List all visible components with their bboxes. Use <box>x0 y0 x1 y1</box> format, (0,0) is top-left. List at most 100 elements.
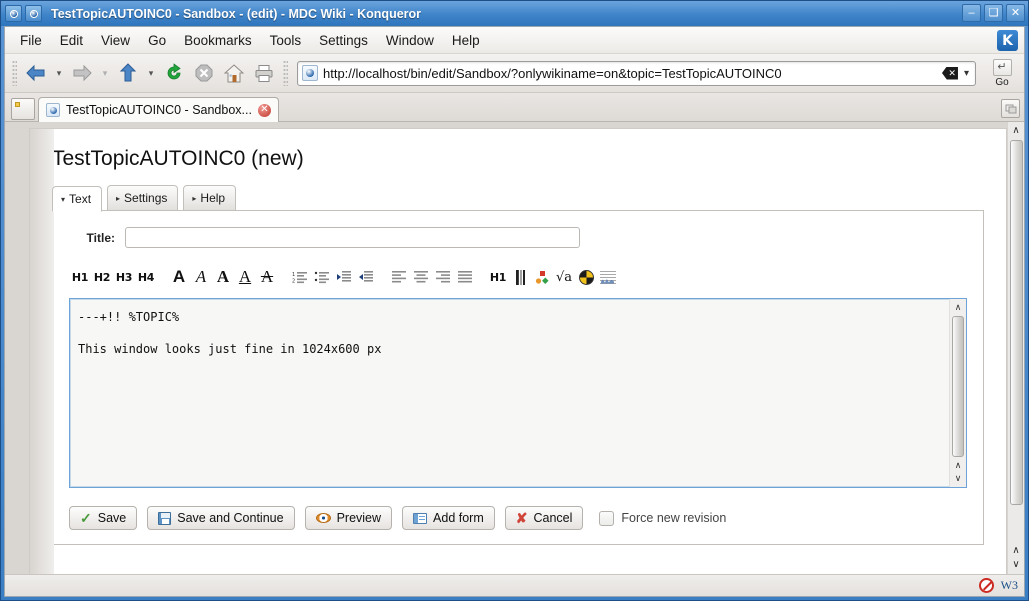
tab-text[interactable]: ▾ Text <box>52 186 103 212</box>
page-scroll-thumb[interactable] <box>1009 140 1023 505</box>
forward-button[interactable] <box>68 59 96 87</box>
menu-file[interactable]: File <box>11 30 51 51</box>
stop-button[interactable] <box>190 59 218 87</box>
minimize-button[interactable]: – <box>962 4 981 22</box>
back-button[interactable] <box>22 59 50 87</box>
title-input[interactable] <box>125 227 580 248</box>
editor-grip-up-icon[interactable]: ∧ <box>955 459 962 472</box>
save-button[interactable]: ✓ Save <box>69 506 138 530</box>
bullet-list-button[interactable] <box>311 266 333 288</box>
editor-scroll-up-icon[interactable]: ∧ <box>955 301 962 314</box>
heading-1-button[interactable]: H1 <box>69 266 91 288</box>
numbered-list-button[interactable]: 1 2 <box>289 266 311 288</box>
blocked-icon[interactable] <box>978 578 994 593</box>
align-right-button[interactable] <box>432 266 454 288</box>
force-new-revision-group[interactable]: Force new revision <box>599 510 726 526</box>
toggle-markup-button[interactable] <box>509 266 531 288</box>
menu-settings[interactable]: Settings <box>310 30 377 51</box>
back-dropdown-button[interactable]: ▾ <box>52 59 66 87</box>
color-button[interactable] <box>531 266 553 288</box>
page-title: TestTopicAUTOINC0 (new) <box>52 147 304 170</box>
bold-button[interactable]: A <box>168 266 190 288</box>
new-tab-button[interactable] <box>11 98 35 120</box>
up-dropdown-button[interactable]: ▾ <box>144 59 158 87</box>
page-viewport: TestTopicAUTOINC0 (new) ▾ Text ▸ Setting… <box>5 122 1024 574</box>
globe-button[interactable] <box>575 266 597 288</box>
up-button[interactable] <box>114 59 142 87</box>
kde-logo-icon[interactable]: K <box>997 30 1018 51</box>
menu-tools[interactable]: Tools <box>261 30 311 51</box>
page-grip-up-icon[interactable]: ∧ <box>1012 544 1019 558</box>
menu-help[interactable]: Help <box>443 30 489 51</box>
go-button[interactable]: ↵ Go <box>984 56 1020 90</box>
clear-url-icon[interactable]: ✕ <box>941 66 958 80</box>
add-form-button[interactable]: Add form <box>402 506 495 530</box>
force-new-revision-checkbox[interactable] <box>599 510 615 526</box>
page-scrollbar[interactable]: ∧ ∧ ∨ <box>1007 122 1024 574</box>
italic-button[interactable]: A <box>190 266 212 288</box>
strikethrough-button[interactable]: A <box>256 266 278 288</box>
menu-bookmarks[interactable]: Bookmarks <box>175 30 261 51</box>
title-field-label: Title: <box>86 230 115 245</box>
page-left-gutter <box>30 129 54 574</box>
heading-2-button[interactable]: H2 <box>91 266 113 288</box>
bold-italic-button[interactable]: A <box>212 266 234 288</box>
page-scroll-grip[interactable]: ∧ ∨ <box>1012 544 1019 572</box>
underline-button[interactable]: A <box>234 266 256 288</box>
url-input[interactable]: http://localhost/bin/edit/Sandbox/?onlyw… <box>323 66 938 81</box>
editor-scroll-grip[interactable]: ∧ ∨ <box>955 459 962 485</box>
page-scroll-up-icon[interactable]: ∧ <box>1012 124 1019 138</box>
menu-go[interactable]: Go <box>139 30 175 51</box>
tab-help-label: Help <box>200 191 226 205</box>
indent-button[interactable] <box>333 266 355 288</box>
home-button[interactable] <box>220 59 248 87</box>
save-and-continue-button[interactable]: Save and Continue <box>147 506 295 530</box>
align-left-button[interactable] <box>388 266 410 288</box>
konqueror-glyph <box>29 9 38 18</box>
heading-3-button[interactable]: H3 <box>113 266 135 288</box>
print-button[interactable] <box>250 59 278 87</box>
close-button[interactable]: ✕ <box>1006 4 1025 22</box>
url-dropdown-icon[interactable]: ▾ <box>964 68 969 79</box>
tab-settings[interactable]: ▸ Settings <box>107 185 179 211</box>
signature-icon <box>600 270 616 284</box>
window-menu-glyph <box>9 9 18 18</box>
title-field-row: Title: <box>69 227 969 248</box>
align-justify-button[interactable] <box>454 266 476 288</box>
close-tab-corner-button[interactable] <box>1001 99 1020 118</box>
maximize-button[interactable]: ❑ <box>984 4 1003 22</box>
konqueror-icon[interactable] <box>25 5 42 22</box>
preview-button[interactable]: Preview <box>304 506 393 530</box>
page-grip-down-icon[interactable]: ∨ <box>1012 558 1019 572</box>
triangle-right-icon: ▸ <box>192 193 197 203</box>
cancel-button[interactable]: ✘ Cancel <box>504 506 584 530</box>
editor-grip-down-icon[interactable]: ∨ <box>955 472 962 485</box>
forward-dropdown-button[interactable]: ▾ <box>98 59 112 87</box>
reload-button[interactable] <box>160 59 188 87</box>
window-menu-icon[interactable] <box>5 5 22 22</box>
browser-tab[interactable]: TestTopicAUTOINC0 - Sandbox... ✕ <box>38 97 279 122</box>
editor-scrollbar[interactable]: ∧ ∧ ∨ <box>949 299 966 487</box>
chevron-down-icon: ▾ <box>102 67 108 78</box>
menu-edit[interactable]: Edit <box>51 30 92 51</box>
toolbar-grip-2[interactable] <box>283 60 288 86</box>
align-center-button[interactable] <box>410 266 432 288</box>
math-button[interactable]: √a <box>553 266 575 288</box>
toolbar-grip[interactable] <box>12 60 17 86</box>
go-arrow-icon: ↵ <box>992 58 1012 76</box>
menu-window[interactable]: Window <box>377 30 443 51</box>
heading-4-button[interactable]: H4 <box>135 266 157 288</box>
tab-close-icon[interactable]: ✕ <box>257 103 271 117</box>
menu-view[interactable]: View <box>92 30 139 51</box>
browser-tab-bar: TestTopicAUTOINC0 - Sandbox... ✕ <box>5 93 1024 122</box>
tab-help[interactable]: ▸ Help <box>183 185 237 211</box>
heading-style-button[interactable]: H1 <box>487 266 509 288</box>
editor-textarea[interactable]: ---+!! %TOPIC% This window looks just fi… <box>70 299 949 487</box>
preview-button-label: Preview <box>336 511 382 525</box>
editor-scroll-thumb[interactable] <box>952 316 964 457</box>
url-bar[interactable]: http://localhost/bin/edit/Sandbox/?onlyw… <box>297 60 976 86</box>
w3-validator-label[interactable]: W3 <box>1001 578 1018 593</box>
outdent-button[interactable] <box>355 266 377 288</box>
window-controls: – ❑ ✕ <box>962 4 1025 22</box>
signature-button[interactable] <box>597 266 619 288</box>
